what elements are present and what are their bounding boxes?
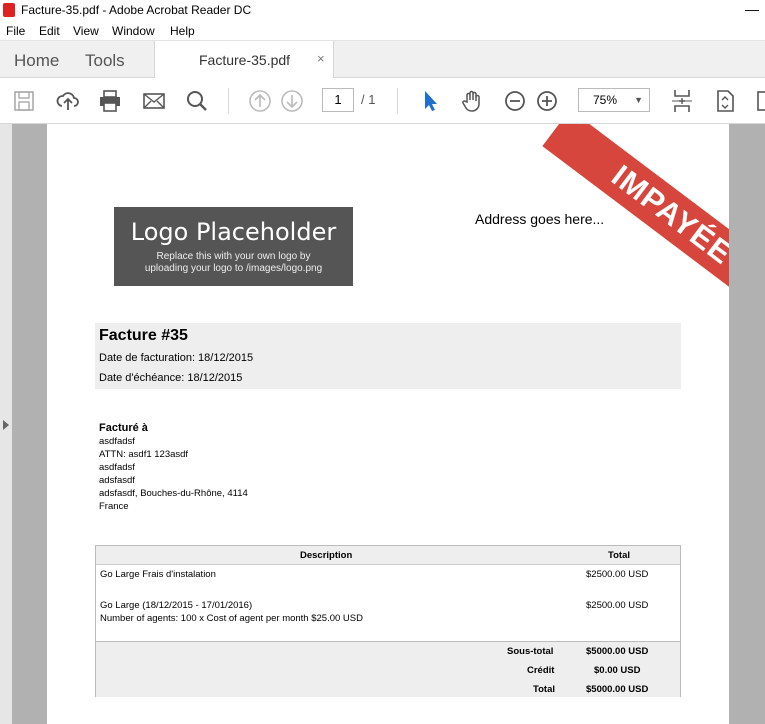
page-tools-icon[interactable] — [712, 88, 738, 114]
window-title: Facture-35.pdf - Adobe Acrobat Reader DC — [21, 3, 252, 17]
menu-view[interactable]: View — [73, 24, 99, 38]
table-header: Description Total — [96, 546, 680, 565]
item-amount: $2500.00 USD — [586, 569, 649, 580]
billed-to-line: ATTN: asdf1 123asdf — [99, 449, 189, 460]
toolbar: 1 / 1 75% ▼ — [0, 78, 765, 124]
zoom-value: 75% — [593, 93, 618, 107]
billed-to-line: France — [99, 501, 129, 512]
header-total: Total — [608, 550, 630, 561]
fit-page-icon[interactable] — [669, 88, 695, 114]
expand-pane-icon — [3, 420, 9, 430]
more-icon[interactable] — [752, 88, 765, 114]
print-icon[interactable] — [97, 88, 123, 114]
header-description: Description — [300, 550, 353, 561]
invoice-date: Date de facturation: 18/12/2015 — [99, 352, 254, 364]
billed-to: Facturé à asdfadsf ATTN: asdf1 123asdf a… — [99, 422, 248, 513]
menu-edit[interactable]: Edit — [39, 24, 60, 38]
zoom-in-icon[interactable] — [534, 88, 560, 114]
item-description: Go Large (18/12/2015 - 17/01/2016) — [100, 600, 253, 611]
billed-to-line: adsfasdf — [99, 475, 135, 486]
item-description: Go Large Frais d'instalation — [100, 569, 216, 580]
mail-icon[interactable] — [141, 88, 167, 114]
billed-to-line: adsfasdf, Bouches-du-Rhône, 4114 — [99, 488, 248, 499]
menu-bar: File Edit View Window Help — [0, 21, 765, 40]
save-icon[interactable] — [11, 88, 37, 114]
menu-file[interactable]: File — [6, 24, 25, 38]
tab-bar: Home Tools Facture-35.pdf × — [0, 40, 765, 79]
billed-to-line: asdfadsf — [99, 436, 135, 447]
toolbar-separator — [228, 88, 229, 114]
subtotal-value: $5000.00 USD — [586, 646, 649, 657]
total-label: Total — [533, 684, 555, 695]
page-total: / 1 — [361, 92, 376, 107]
billed-to-line: asdfadsf — [99, 462, 135, 473]
acrobat-icon — [3, 3, 15, 17]
item-amount: $2500.00 USD — [586, 600, 649, 611]
close-tab-icon[interactable]: × — [317, 51, 325, 66]
credit-value: $0.00 USD — [594, 665, 641, 676]
logo-placeholder: Logo Placeholder Replace this with your … — [114, 207, 353, 286]
page-down-icon[interactable] — [279, 88, 305, 114]
menu-window[interactable]: Window — [112, 24, 155, 38]
title-bar: Facture-35.pdf - Adobe Acrobat Reader DC… — [0, 0, 765, 21]
zoom-out-icon[interactable] — [502, 88, 528, 114]
totals-section: Sous-total $5000.00 USD Crédit $0.00 USD… — [96, 641, 680, 697]
zoom-select[interactable]: 75% ▼ — [578, 88, 650, 112]
menu-help[interactable]: Help — [170, 24, 195, 38]
toolbar-separator — [397, 88, 398, 114]
invoice-header: Facture #35 Date de facturation: 18/12/2… — [95, 323, 681, 389]
upload-icon[interactable] — [55, 88, 81, 114]
pdf-page: IMPAYÉE Logo Placeholder Replace this wi… — [47, 124, 729, 724]
chevron-down-icon: ▼ — [634, 95, 643, 105]
search-icon[interactable] — [184, 88, 210, 114]
total-value: $5000.00 USD — [586, 684, 649, 695]
invoice-due-date: Date d'échéance: 18/12/2015 — [99, 372, 243, 384]
item-detail: Number of agents: 100 x Cost of agent pe… — [100, 613, 363, 624]
invoice-title: Facture #35 — [99, 327, 188, 344]
logo-title: Logo Placeholder — [130, 218, 337, 246]
invoice-items-table: Description Total Go Large Frais d'insta… — [95, 545, 681, 697]
page-up-icon[interactable] — [247, 88, 273, 114]
select-arrow-icon[interactable] — [417, 88, 443, 114]
minimize-button[interactable]: — — [739, 0, 765, 20]
tab-home[interactable]: Home — [14, 51, 59, 71]
hand-icon[interactable] — [459, 88, 485, 114]
tab-tools[interactable]: Tools — [85, 51, 125, 71]
billed-to-title: Facturé à — [99, 422, 148, 434]
subtotal-label: Sous-total — [507, 646, 554, 657]
page-number-input[interactable]: 1 — [322, 88, 354, 112]
logo-line-2: uploading your logo to /images/logo.png — [144, 263, 323, 274]
credit-label: Crédit — [527, 665, 555, 676]
company-address: Address goes here... — [475, 211, 605, 227]
document-tab-label: Facture-35.pdf — [199, 52, 291, 68]
logo-line-1: Replace this with your own logo by — [156, 251, 311, 262]
tab-document[interactable]: Facture-35.pdf × — [154, 41, 334, 79]
